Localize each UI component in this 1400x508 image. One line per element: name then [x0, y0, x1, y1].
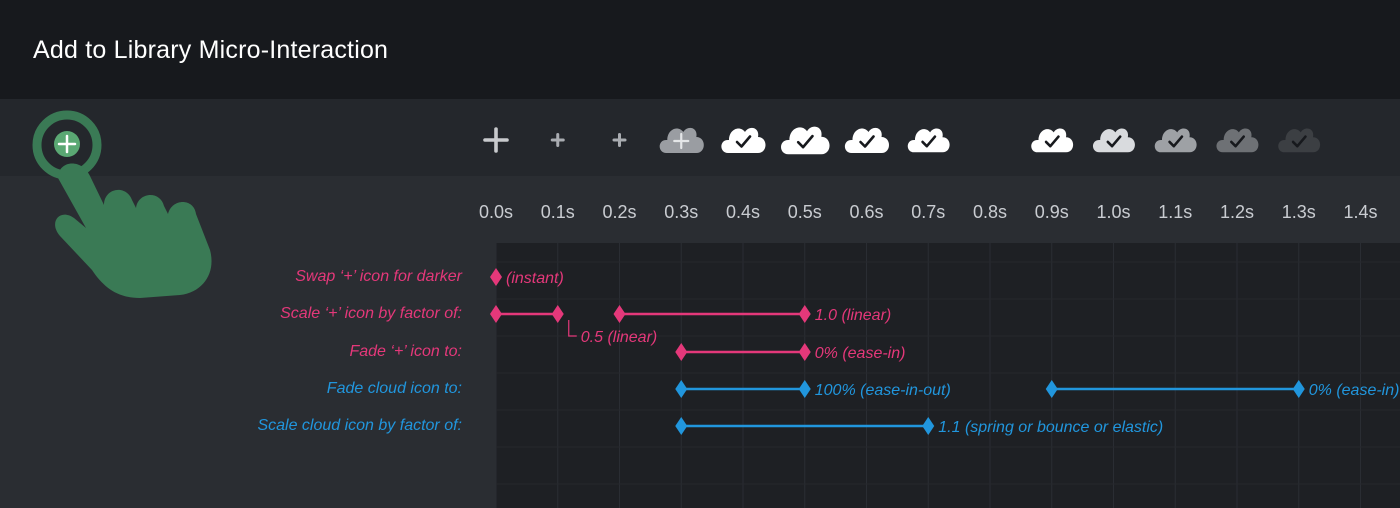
track-label: Scale ‘+’ icon by factor of: — [280, 305, 462, 322]
cloud-check-icon — [1031, 128, 1074, 153]
cloud-check-icon — [781, 126, 830, 155]
keyframe-annotation: 1.0 (linear) — [815, 307, 891, 324]
keyframe-annotation: 0% (ease-in) — [1309, 382, 1400, 399]
track-row: Swap ‘+’ icon for darker (instant) — [295, 268, 564, 287]
time-tick-label: 0.8s — [973, 202, 1007, 222]
cloud-check-icon — [1216, 128, 1259, 153]
keyframe-annotation: 0.5 (linear) — [581, 329, 657, 346]
time-tick-label: 1.0s — [1096, 202, 1130, 222]
track-label: Fade cloud icon to: — [327, 380, 462, 397]
time-tick-label: 1.2s — [1220, 202, 1254, 222]
track-label: Scale cloud icon by factor of: — [257, 417, 462, 434]
time-ticks: 0.0s 0.1s 0.2s 0.3s 0.4s 0.5s 0.6s 0.7s 0.8s 0.9s… — [479, 202, 1378, 222]
time-tick-label: 1.4s — [1343, 202, 1377, 222]
time-tick-label: 0.5s — [788, 202, 822, 222]
time-tick-label: 0.1s — [541, 202, 575, 222]
cloud-check-icon — [1154, 128, 1197, 153]
cloud-check-icon — [844, 127, 889, 153]
timeline-chart: 0.0s 0.1s 0.2s 0.3s 0.4s 0.5s 0.6s 0.7s 0.8s 0.9s… — [32, 110, 1400, 508]
time-tick-label: 0.4s — [726, 202, 760, 222]
tapping-hand-icon — [32, 110, 212, 298]
cloud-plus-icon — [659, 127, 704, 153]
time-tick-label: 0.2s — [602, 202, 636, 222]
time-tick-label: 0.0s — [479, 202, 513, 222]
time-tick-label: 0.6s — [849, 202, 883, 222]
cloud-check-icon — [907, 128, 950, 153]
time-tick-label: 1.1s — [1158, 202, 1192, 222]
plus-icon — [612, 133, 627, 147]
timeline-grid-area — [496, 243, 1400, 508]
time-tick-label: 1.3s — [1282, 202, 1316, 222]
cloud-check-icon — [1278, 128, 1321, 153]
cloud-check-icon — [721, 127, 766, 153]
cloud-check-icon — [1092, 128, 1135, 153]
track-label: Swap ‘+’ icon for darker — [295, 268, 462, 285]
time-tick-label: 0.9s — [1035, 202, 1069, 222]
plus-icon — [550, 133, 565, 147]
keyframe-annotation: (instant) — [506, 270, 564, 287]
plus-icon — [483, 127, 509, 153]
track-label: Fade ‘+’ icon to: — [349, 343, 462, 360]
keyframe-annotation: 100% (ease-in-out) — [815, 382, 951, 399]
keyframe-annotation: 0% (ease-in) — [815, 345, 906, 362]
keyframe-annotation: 1.1 (spring or bounce or elastic) — [938, 419, 1163, 436]
icon-frames — [483, 126, 1321, 155]
time-tick-label: 0.7s — [911, 202, 945, 222]
time-tick-label: 0.3s — [664, 202, 698, 222]
